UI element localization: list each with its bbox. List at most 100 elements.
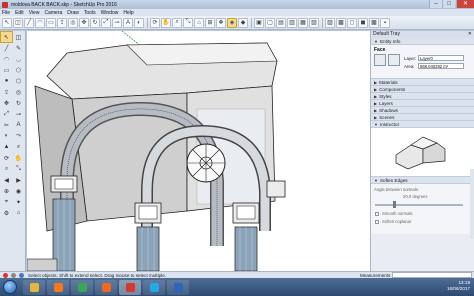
panel-entity-info[interactable]: ▼ Entity Info bbox=[371, 38, 474, 45]
taskbar-firefox-button[interactable] bbox=[95, 279, 117, 295]
back-material-swatch[interactable] bbox=[388, 54, 400, 66]
palette-tool-icon[interactable]: A bbox=[13, 120, 24, 130]
layer-select[interactable]: Layer0 bbox=[418, 55, 464, 61]
palette-tool-icon[interactable]: ◫ bbox=[13, 32, 24, 42]
offset-icon[interactable]: ◎ bbox=[68, 17, 78, 28]
menu-window[interactable]: Window bbox=[101, 10, 119, 16]
menu-camera[interactable]: Camera bbox=[44, 10, 62, 16]
palette-tool-icon[interactable]: ▶ bbox=[13, 175, 24, 185]
orbit-icon[interactable]: ⟳ bbox=[150, 17, 160, 28]
menu-draw[interactable]: Draw bbox=[67, 10, 79, 16]
minimize-button[interactable]: – bbox=[429, 0, 442, 8]
iso-view-icon[interactable]: ▣ bbox=[254, 17, 264, 28]
palette-tool-icon[interactable]: ◀ bbox=[1, 175, 12, 185]
palette-tool-icon[interactable]: ↖ bbox=[0, 31, 13, 43]
tray-close-icon[interactable]: ✕ bbox=[468, 31, 472, 38]
warehouse-icon[interactable]: ⌂ bbox=[194, 17, 204, 28]
menu-edit[interactable]: Edit bbox=[15, 10, 24, 16]
ruby-icon[interactable]: ◆ bbox=[238, 17, 248, 28]
taskbar-chrome-button[interactable] bbox=[71, 279, 93, 295]
palette-tool-icon[interactable]: ↻ bbox=[13, 98, 24, 108]
angle-slider-track[interactable] bbox=[375, 204, 463, 206]
taskbar-media-player-button[interactable] bbox=[47, 279, 69, 295]
palette-tool-icon[interactable]: ◐ bbox=[1, 131, 12, 141]
palette-tool-icon[interactable]: ✎ bbox=[13, 43, 24, 53]
palette-tool-icon[interactable]: ⌕ bbox=[13, 142, 24, 152]
layout-icon[interactable]: ◈ bbox=[227, 17, 237, 28]
menu-view[interactable]: View bbox=[29, 10, 40, 16]
hidden-line-icon[interactable]: ◻ bbox=[347, 17, 357, 28]
start-button[interactable] bbox=[3, 280, 17, 294]
front-material-swatch[interactable] bbox=[374, 54, 386, 66]
credits-icon[interactable] bbox=[11, 272, 16, 278]
angle-slider-knob[interactable] bbox=[393, 201, 396, 208]
palette-tool-icon[interactable]: ✂ bbox=[1, 120, 12, 130]
select-icon[interactable]: ↖ bbox=[2, 17, 12, 28]
system-clock[interactable]: 13:19 16/06/2017 bbox=[447, 280, 470, 292]
front-view-icon[interactable]: ▤ bbox=[276, 17, 286, 28]
arc-icon[interactable]: ◠ bbox=[35, 17, 45, 28]
palette-tool-icon[interactable]: ⟳ bbox=[1, 153, 12, 163]
model-viewport[interactable] bbox=[27, 31, 370, 271]
palette-tool-icon[interactable]: ⬡ bbox=[13, 76, 24, 86]
palette-tool-icon[interactable]: ✦ bbox=[13, 197, 24, 207]
paint-icon[interactable]: ◐ bbox=[134, 17, 144, 28]
text-icon[interactable]: A bbox=[123, 17, 133, 28]
rectangle-icon[interactable]: ▭ bbox=[46, 17, 56, 28]
shaded-icon[interactable]: ◼ bbox=[358, 17, 368, 28]
palette-tool-icon[interactable]: ⤳ bbox=[13, 131, 24, 141]
palette-tool-icon[interactable]: ⌖ bbox=[1, 197, 12, 207]
palette-tool-icon[interactable]: ⇪ bbox=[1, 87, 12, 97]
palette-tool-icon[interactable]: ⬠ bbox=[13, 65, 24, 75]
textured-icon[interactable]: ▩ bbox=[369, 17, 379, 28]
palette-tool-icon[interactable]: ╱ bbox=[1, 43, 12, 53]
monochrome-icon[interactable]: ▪ bbox=[380, 17, 390, 28]
taskbar-skype-button[interactable] bbox=[143, 279, 165, 295]
palette-tool-icon[interactable]: ⌂ bbox=[13, 208, 24, 218]
palette-tool-icon[interactable]: ✥ bbox=[1, 98, 12, 108]
right-view-icon[interactable]: ▥ bbox=[287, 17, 297, 28]
palette-tool-icon[interactable]: ⤡ bbox=[13, 164, 24, 174]
maximize-button[interactable]: □ bbox=[442, 0, 455, 8]
panel-soften-edges[interactable]: ▼ Soften Edges bbox=[371, 177, 474, 184]
taskbar-sketchup-button[interactable] bbox=[119, 279, 141, 295]
palette-tool-icon[interactable]: ⊕ bbox=[1, 186, 12, 196]
rotate-icon[interactable]: ↻ bbox=[90, 17, 100, 28]
palette-tool-icon[interactable]: ⊸ bbox=[13, 109, 24, 119]
zoom-icon[interactable]: ⌕ bbox=[172, 17, 182, 28]
top-view-icon[interactable]: ▢ bbox=[265, 17, 275, 28]
extension-icon[interactable]: ⊞ bbox=[205, 17, 215, 28]
components-icon[interactable]: ❖ bbox=[216, 17, 226, 28]
move-icon[interactable]: ✥ bbox=[79, 17, 89, 28]
xray-icon[interactable]: ▨ bbox=[325, 17, 335, 28]
menu-file[interactable]: File bbox=[2, 10, 10, 16]
taskbar-explorer-button[interactable] bbox=[23, 279, 45, 295]
zoom-extents-icon[interactable]: ⤡ bbox=[183, 17, 193, 28]
palette-tool-icon[interactable]: ⤢ bbox=[1, 109, 12, 119]
tray-scrollbar[interactable] bbox=[470, 169, 474, 239]
palette-tool-icon[interactable]: ▲ bbox=[1, 142, 12, 152]
taskbar-word-button[interactable] bbox=[167, 279, 189, 295]
push-pull-icon[interactable]: ⇪ bbox=[57, 17, 67, 28]
help-icon[interactable] bbox=[19, 272, 24, 278]
geo-location-icon[interactable] bbox=[3, 272, 8, 278]
line-icon[interactable]: ╱ bbox=[24, 17, 34, 28]
palette-tool-icon[interactable]: ◉ bbox=[13, 186, 24, 196]
palette-tool-icon[interactable]: ● bbox=[1, 76, 12, 86]
wireframe-icon[interactable]: ▩ bbox=[336, 17, 346, 28]
tape-icon[interactable]: ⊸ bbox=[112, 17, 122, 28]
smooth-normals-checkbox[interactable] bbox=[375, 212, 379, 216]
pan-icon[interactable]: ✋ bbox=[161, 17, 171, 28]
scale-icon[interactable]: ⤢ bbox=[101, 17, 111, 28]
palette-tool-icon[interactable]: ◠ bbox=[1, 54, 12, 64]
palette-tool-icon[interactable]: ⚙ bbox=[1, 208, 12, 218]
palette-tool-icon[interactable]: ◎ bbox=[13, 87, 24, 97]
menu-tools[interactable]: Tools bbox=[84, 10, 96, 16]
left-view-icon[interactable]: ▧ bbox=[309, 17, 319, 28]
soften-coplanar-checkbox[interactable] bbox=[375, 220, 379, 224]
close-button[interactable]: ✕ bbox=[456, 0, 474, 8]
palette-tool-icon[interactable]: ◡ bbox=[13, 54, 24, 64]
palette-tool-icon[interactable]: ⌕ bbox=[1, 164, 12, 174]
back-view-icon[interactable]: ▦ bbox=[298, 17, 308, 28]
menu-help[interactable]: Help bbox=[123, 10, 133, 16]
